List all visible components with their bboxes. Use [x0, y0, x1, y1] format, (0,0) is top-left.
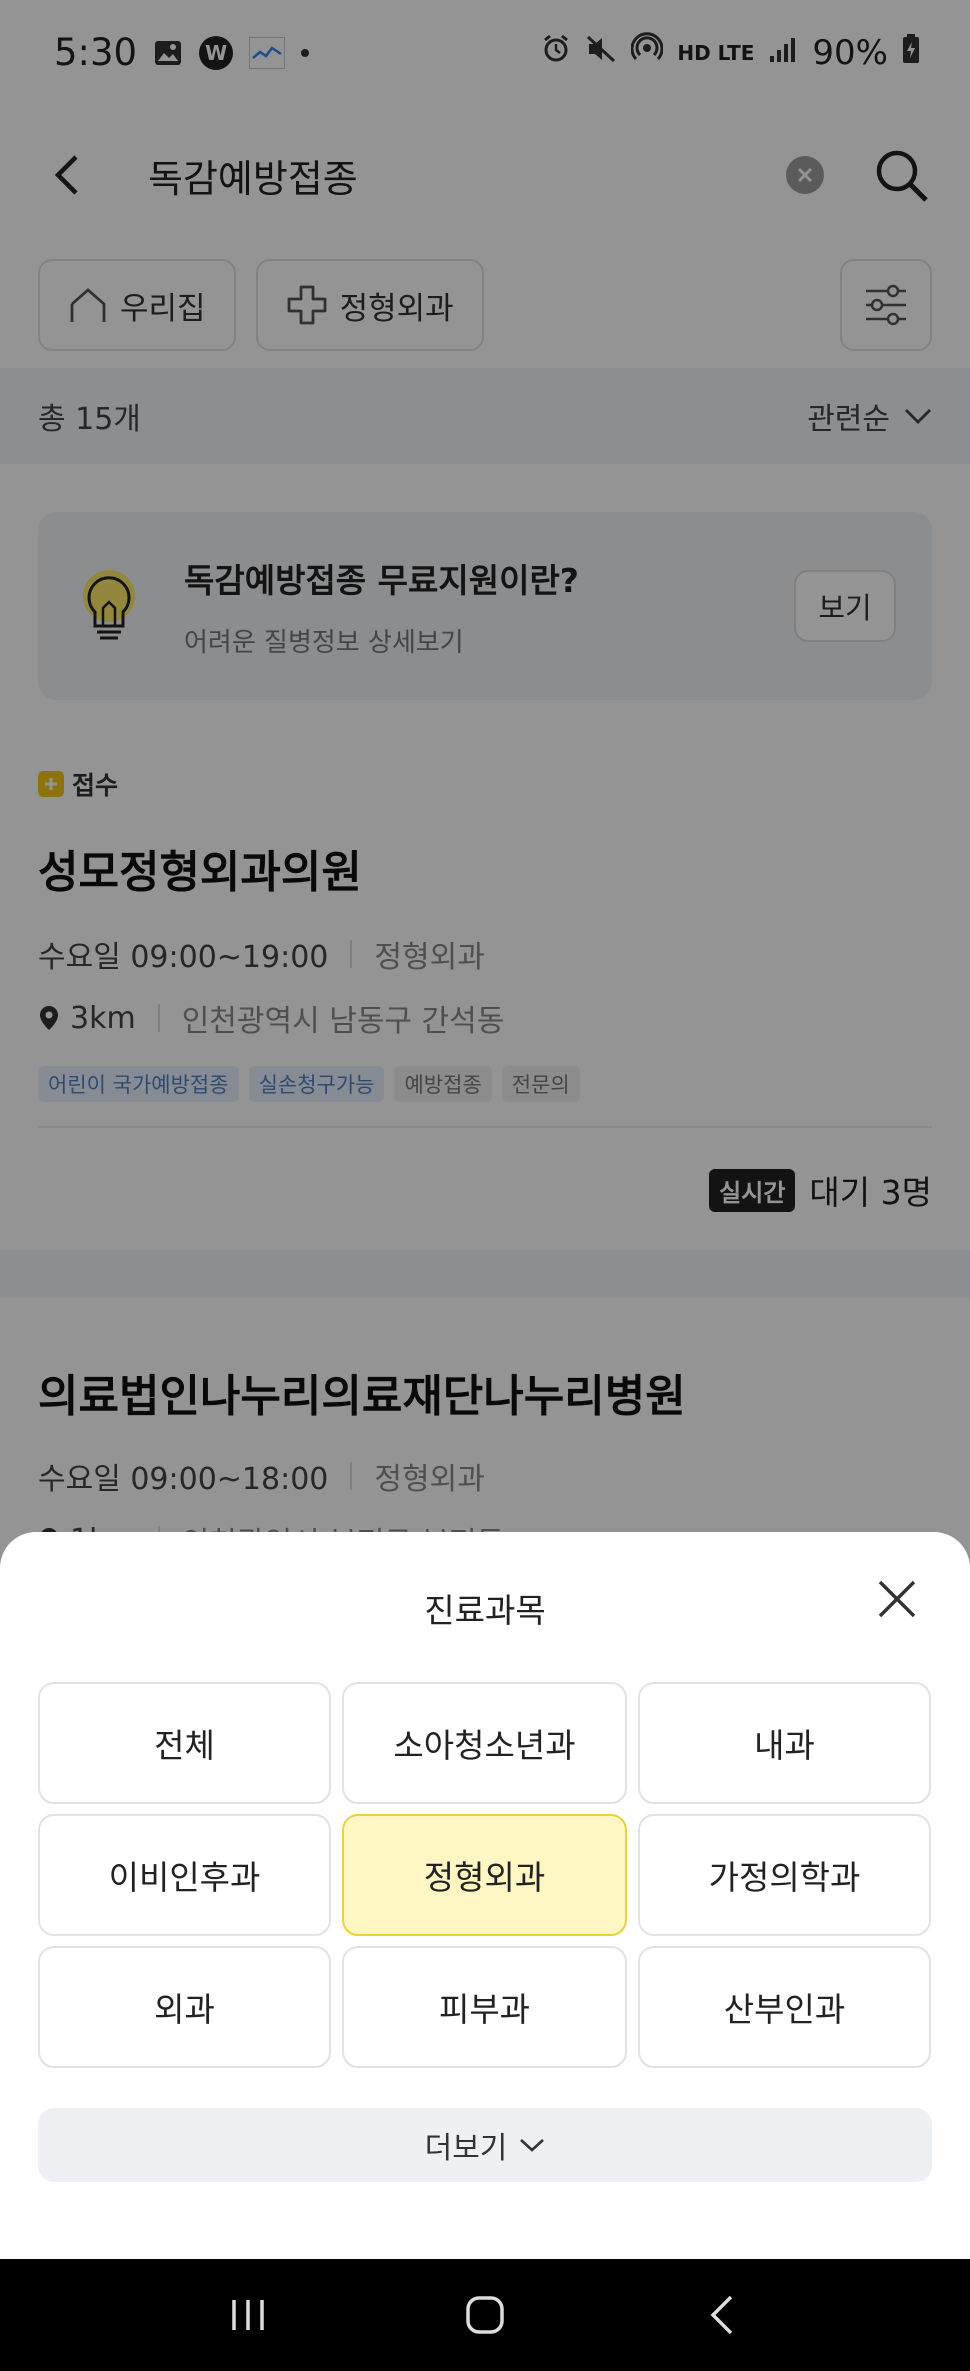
more-departments-button[interactable]: 더보기: [38, 2108, 932, 2182]
department-option[interactable]: 외과: [38, 1946, 331, 2068]
more-label: 더보기: [424, 2131, 508, 2166]
department-option[interactable]: 전체: [38, 1682, 331, 1804]
department-option-selected[interactable]: 정형외과: [342, 1814, 627, 1936]
system-back-button[interactable]: [692, 2285, 752, 2345]
chevron-down-icon: [520, 2139, 545, 2152]
recent-apps-icon: [232, 2300, 265, 2330]
department-option[interactable]: 소아청소년과: [342, 1682, 627, 1804]
department-grid: 전체 소아청소년과 내과 이비인후과 정형외과 가정의학과 외과 피부과 산부인…: [38, 1682, 932, 2068]
system-nav-bar: [0, 2259, 970, 2371]
close-sheet-button[interactable]: [872, 1574, 922, 1624]
department-option[interactable]: 산부인과: [638, 1946, 931, 2068]
home-button[interactable]: [455, 2285, 515, 2345]
department-bottom-sheet: 진료과목 전체 소아청소년과 내과 이비인후과 정형외과 가정의학과 외과 피부…: [0, 1532, 970, 2259]
home-square-icon: [466, 2296, 504, 2334]
department-option[interactable]: 이비인후과: [38, 1814, 331, 1936]
sheet-title: 진료과목: [424, 1591, 546, 1630]
department-option[interactable]: 피부과: [342, 1946, 627, 2068]
close-icon: [878, 1580, 916, 1618]
back-icon: [710, 2295, 732, 2335]
department-option[interactable]: 내과: [638, 1682, 931, 1804]
recent-apps-button[interactable]: [218, 2285, 278, 2345]
department-option[interactable]: 가정의학과: [638, 1814, 931, 1936]
